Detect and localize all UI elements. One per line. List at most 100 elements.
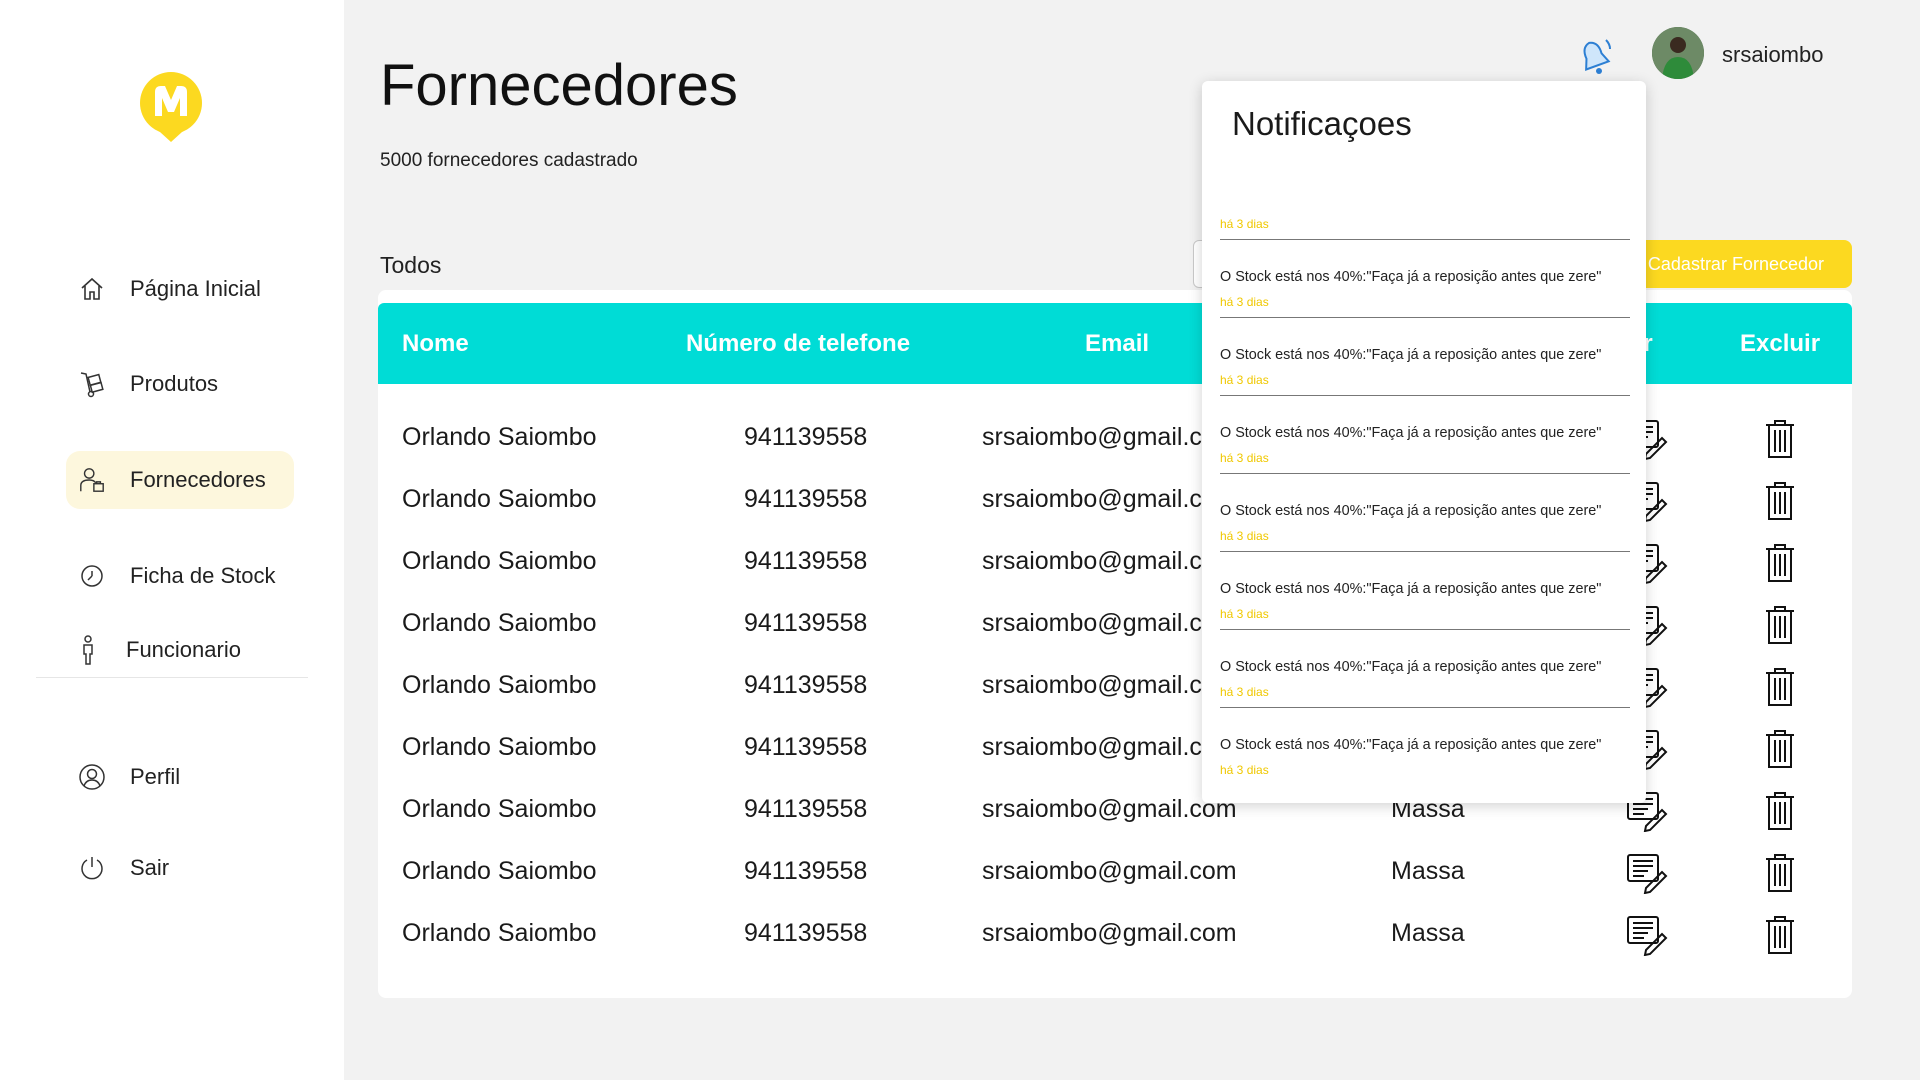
notification-item[interactable]: O Stock está nos 40%:"Faça já a reposiçã… (1220, 659, 1630, 737)
edit-icon[interactable] (1624, 850, 1668, 895)
notification-message: O Stock está nos 40%:"Faça já a reposiçã… (1220, 269, 1602, 285)
supplier-phone: 941139558 (744, 795, 868, 823)
username[interactable]: srsaiombo (1722, 42, 1823, 68)
home-icon (78, 275, 106, 303)
nav-divider (36, 677, 308, 678)
sidebar-item-label: Ficha de Stock (130, 563, 276, 588)
supplier-phone: 941139558 (744, 857, 868, 885)
sidebar-item-label: Perfil (130, 764, 181, 789)
avatar[interactable] (1652, 27, 1704, 79)
notification-divider (1220, 551, 1630, 552)
supplier-email: srsaiombo@gmail.c (982, 485, 1202, 513)
column-header-excluir: Excluir (1740, 330, 1821, 357)
sidebar-item-sair[interactable]: Sair (66, 839, 294, 897)
column-header-telefone: Número de telefone (686, 330, 911, 357)
supplier-phone: 941139558 (744, 733, 868, 761)
notification-message: O Stock está nos 40%:"Faça já a reposiçã… (1220, 737, 1602, 753)
supplier-phone: 941139558 (744, 423, 868, 451)
supplier-address: Massa (1391, 919, 1465, 947)
notification-time: há 3 dias (1220, 529, 1269, 543)
filter-label[interactable]: Todos (380, 252, 441, 279)
sidebar-item-label: Produtos (130, 371, 219, 396)
supplier-email: srsaiombo@gmail.com (982, 919, 1237, 947)
notifications-list: há 3 dias O Stock está nos 40%:"Faça já a… (1220, 191, 1630, 803)
notification-divider (1220, 707, 1630, 708)
notification-divider (1220, 473, 1630, 474)
sidebar-item-produtos[interactable]: Produtos (66, 355, 294, 413)
trash-icon[interactable] (1758, 540, 1802, 584)
trash-icon[interactable] (1758, 726, 1802, 770)
trash-icon[interactable] (1758, 602, 1802, 646)
trash-icon[interactable] (1758, 416, 1802, 460)
trash-icon[interactable] (1758, 788, 1802, 832)
notifications-title: Notificaçoes (1232, 105, 1412, 142)
notification-time: há 3 dias (1220, 373, 1269, 387)
notification-message: O Stock está nos 40%:"Faça já a reposiçã… (1220, 581, 1602, 597)
table-row: Orlando Saiombo 941139558 srsaiombo@gmail.… (378, 902, 1852, 964)
page-subtitle: 5000 fornecedores cadastrado (380, 150, 638, 171)
sidebar-item-label: Funcionario (126, 637, 241, 662)
notification-item[interactable]: O Stock está nos 40%:"Faça já a reposiçã… (1220, 737, 1630, 803)
supplier-email: srsaiombo@gmail.com (982, 795, 1237, 823)
supplier-name: Orlando Saiombo (402, 857, 597, 885)
clock-icon (78, 562, 106, 590)
notification-message: O Stock está nos 40%:"Faça já a reposiçã… (1220, 347, 1602, 363)
notification-message: O Stock está nos 40%:"Faça já a reposiçã… (1220, 503, 1602, 519)
column-header-nome: Nome (402, 330, 469, 357)
supplier-icon (78, 466, 106, 494)
sidebar-item-label: Fornecedores (130, 467, 266, 492)
notification-item[interactable]: O Stock está nos 40%:"Faça já a reposiçã… (1220, 425, 1630, 503)
notification-time: há 3 dias (1220, 451, 1269, 465)
notification-divider (1220, 317, 1630, 318)
sidebar-item-ficha-de-stock[interactable]: Ficha de Stock (66, 547, 294, 605)
supplier-name: Orlando Saiombo (402, 609, 597, 637)
page-title: Fornecedores (380, 53, 738, 118)
supplier-phone: 941139558 (744, 547, 868, 575)
notification-time: há 3 dias (1220, 763, 1269, 777)
supplier-phone: 941139558 (744, 485, 868, 513)
trash-icon[interactable] (1758, 478, 1802, 522)
sidebar-item-label: Página Inicial (130, 276, 261, 301)
trash-icon[interactable] (1758, 912, 1802, 956)
notification-item[interactable]: O Stock está nos 40%:"Faça já a reposiçã… (1220, 581, 1630, 659)
trash-icon[interactable] (1758, 664, 1802, 708)
supplier-phone: 941139558 (744, 609, 868, 637)
supplier-address: Massa (1391, 857, 1465, 885)
hand-truck-icon (78, 370, 106, 398)
supplier-email: srsaiombo@gmail.c (982, 671, 1202, 699)
person-icon (74, 635, 102, 665)
sidebar-item-fornecedores[interactable]: Fornecedores (66, 451, 294, 509)
supplier-name: Orlando Saiombo (402, 919, 597, 947)
notification-item[interactable]: O Stock está nos 40%:"Faça já a reposiçã… (1220, 347, 1630, 425)
user-circle-icon (78, 763, 106, 791)
notification-item[interactable]: O Stock está nos 40%:"Faça já a reposiçã… (1220, 269, 1630, 347)
sidebar-item-funcionario[interactable]: Funcionario (66, 621, 294, 679)
notification-time: há 3 dias (1220, 607, 1269, 621)
supplier-name: Orlando Saiombo (402, 671, 597, 699)
sidebar-item-perfil[interactable]: Perfil (66, 748, 294, 806)
notification-divider (1220, 239, 1630, 240)
edit-icon[interactable] (1624, 912, 1668, 957)
sidebar: Página Inicial Produtos Fornecedores Fic… (0, 0, 344, 1080)
power-icon (78, 854, 106, 882)
sidebar-item-label: Sair (130, 855, 170, 880)
notification-time: há 3 dias (1220, 295, 1269, 309)
trash-icon[interactable] (1758, 850, 1802, 894)
supplier-name: Orlando Saiombo (402, 547, 597, 575)
notification-item[interactable]: há 3 dias (1220, 191, 1630, 269)
column-header-email: Email (1085, 330, 1150, 357)
sidebar-item-pagina-inicial[interactable]: Página Inicial (66, 260, 294, 318)
bell-icon[interactable] (1576, 36, 1612, 76)
logo-icon (140, 72, 202, 142)
notification-time: há 3 dias (1220, 685, 1269, 699)
notification-divider (1220, 395, 1630, 396)
supplier-name: Orlando Saiombo (402, 485, 597, 513)
notification-message: O Stock está nos 40%:"Faça já a reposiçã… (1220, 425, 1602, 441)
notification-time: há 3 dias (1220, 217, 1269, 231)
supplier-email: srsaiombo@gmail.com (982, 857, 1237, 885)
table-row: Orlando Saiombo 941139558 srsaiombo@gmail.… (378, 840, 1852, 902)
supplier-email: srsaiombo@gmail.c (982, 423, 1202, 451)
supplier-phone: 941139558 (744, 919, 868, 947)
notification-item[interactable]: O Stock está nos 40%:"Faça já a reposiçã… (1220, 503, 1630, 581)
notification-message: O Stock está nos 40%:"Faça já a reposiçã… (1220, 659, 1602, 675)
